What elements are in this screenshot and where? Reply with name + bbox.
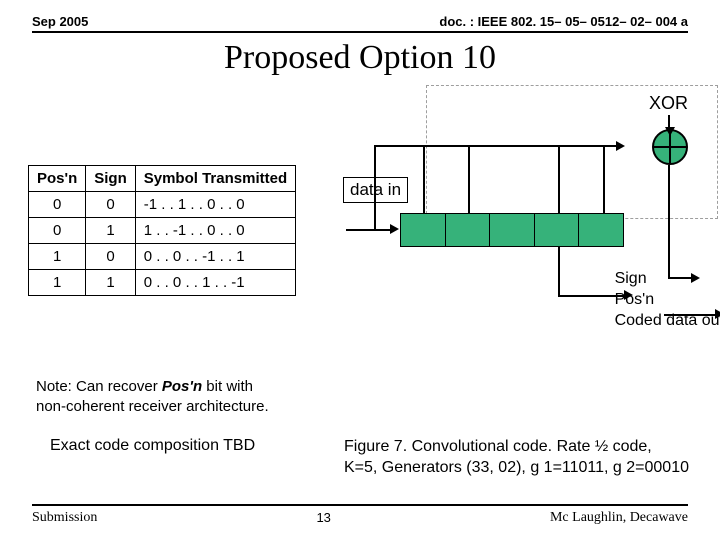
register-cell [489, 213, 535, 247]
datain-tap-v [374, 147, 376, 203]
figure-line1: Figure 7. Convolutional code. Rate ½ cod… [344, 437, 694, 458]
register-cell [445, 213, 491, 247]
tap4-v [558, 147, 560, 213]
footer-left: Submission [32, 510, 97, 526]
cell-sign: 0 [86, 244, 136, 270]
footer-page-number: 13 [316, 510, 330, 526]
register-cell [534, 213, 580, 247]
sign-label: Sign [615, 269, 720, 290]
tap-g2-v [558, 247, 560, 295]
header-doc: doc. : IEEE 802. 15– 05– 0512– 02– 004 a [439, 14, 688, 29]
cell-sign: 1 [86, 218, 136, 244]
shift-register [400, 213, 624, 247]
register-cell [400, 213, 446, 247]
datain-vline [374, 201, 376, 231]
table-row: 1 1 0 . . 0 . . 1 . . -1 [29, 270, 296, 296]
footer: Submission 13 Mc Laughlin, Decawave [0, 504, 720, 526]
footer-rule [32, 504, 688, 506]
signal-labels: Sign Pos'n Coded data out [615, 269, 720, 331]
xor-out-v [668, 165, 670, 279]
cell-symbol: -1 . . 1 . . 0 . . 0 [135, 192, 295, 218]
posn-label: Pos'n [615, 290, 720, 311]
footer-right: Mc Laughlin, Decawave [550, 510, 688, 526]
tap1-v [423, 147, 425, 213]
note-line1a: Note: Can recover [36, 378, 162, 395]
cell-posn: 0 [29, 192, 86, 218]
th-sign: Sign [86, 166, 136, 192]
table-row: 0 0 -1 . . 1 . . 0 . . 0 [29, 192, 296, 218]
cell-sign: 0 [86, 192, 136, 218]
cell-posn: 1 [29, 244, 86, 270]
cell-sign: 1 [86, 270, 136, 296]
table-row: 0 1 1 . . -1 . . 0 . . 0 [29, 218, 296, 244]
cell-posn: 0 [29, 218, 86, 244]
cell-symbol: 0 . . 0 . . -1 . . 1 [135, 244, 295, 270]
xor-label-arrow [665, 127, 675, 136]
register-cell [578, 213, 624, 247]
datain-arrow [390, 224, 399, 234]
cell-posn: 1 [29, 270, 86, 296]
figure-caption: Figure 7. Convolutional code. Rate ½ cod… [344, 437, 694, 479]
tap2-v [468, 147, 470, 213]
page-title: Proposed Option 10 [0, 39, 720, 77]
note-line2: non-coherent receiver architecture. [36, 398, 269, 415]
datain-hline [346, 229, 391, 231]
cell-symbol: 0 . . 0 . . 1 . . -1 [135, 270, 295, 296]
figure-line2: K=5, Generators (33, 02), g 1=11011, g 2… [344, 458, 694, 479]
xor-label: XOR [649, 93, 688, 114]
header-date: Sep 2005 [32, 14, 88, 29]
coded-out-label: Coded data out [615, 311, 720, 332]
top-bus [374, 145, 620, 147]
top-bus-arrow [616, 141, 625, 151]
symbol-table: Pos'n Sign Symbol Transmitted 0 0 -1 . .… [28, 165, 296, 296]
table-header-row: Pos'n Sign Symbol Transmitted [29, 166, 296, 192]
note-posn-italic: Pos'n [162, 378, 202, 395]
cell-symbol: 1 . . -1 . . 0 . . 0 [135, 218, 295, 244]
table-row: 1 0 0 . . 0 . . -1 . . 1 [29, 244, 296, 270]
tbd-text: Exact code composition TBD [50, 437, 255, 455]
tap5-v [603, 147, 605, 213]
header-rule [32, 31, 688, 33]
th-posn: Pos'n [29, 166, 86, 192]
note-line1c: bit with [202, 378, 253, 395]
th-symbol: Symbol Transmitted [135, 166, 295, 192]
note-text: Note: Can recover Pos'n bit with non-coh… [36, 377, 269, 418]
